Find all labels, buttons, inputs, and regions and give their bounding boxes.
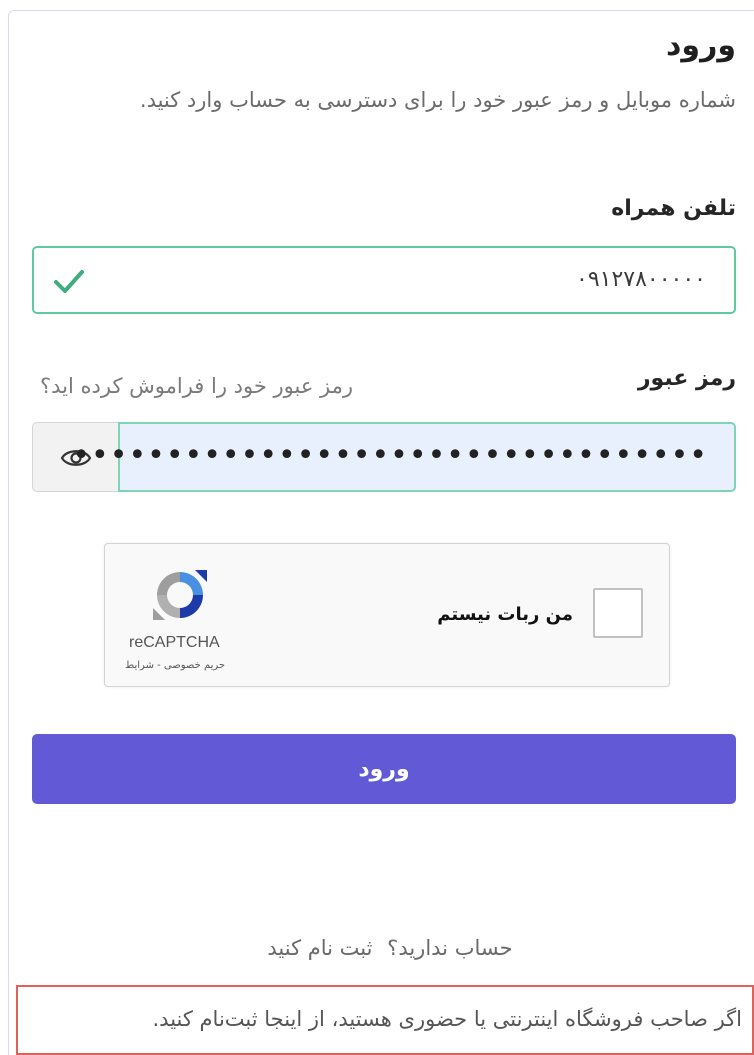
recaptcha-brand: reCAPTCHA — [129, 634, 220, 651]
check-icon — [52, 264, 86, 298]
page-subtitle: شماره موبایل و رمز عبور خود را برای دستر… — [139, 88, 736, 112]
phone-value[interactable]: ۰۹۱۲۷۸۰۰۰۰۰ — [576, 267, 706, 292]
store-owner-banner[interactable]: اگر صاحب فروشگاه اینترنتی یا حضوری هستید… — [16, 985, 754, 1055]
signup-row: حساب ندارید؟ ثبت نام کنید — [0, 936, 754, 960]
page-title: ورود — [666, 28, 736, 63]
recaptcha-logo-icon — [151, 566, 209, 624]
login-card — [8, 10, 754, 1055]
phone-label: تلفن همراه — [611, 196, 736, 221]
login-button[interactable]: ورود — [32, 734, 736, 804]
no-account-text: حساب ندارید؟ — [387, 936, 513, 960]
recaptcha-checkbox[interactable] — [593, 588, 643, 638]
recaptcha-links[interactable]: حریم خصوصی - شرایط — [125, 660, 225, 671]
password-label: رمز عبور — [637, 366, 736, 391]
password-value[interactable]: •••••••••••••••••••••••••••••••••• — [72, 438, 708, 473]
store-owner-text[interactable]: اگر صاحب فروشگاه اینترنتی یا حضوری هستید… — [153, 1007, 743, 1031]
recaptcha-label: من ربات نیستم — [437, 604, 573, 625]
password-group: •••••••••••••••••••••••••••••••••• — [32, 422, 736, 492]
forgot-password-link[interactable]: رمز عبور خود را فراموش کرده اید؟ — [40, 374, 353, 398]
phone-field[interactable]: ۰۹۱۲۷۸۰۰۰۰۰ — [32, 246, 736, 314]
password-input[interactable]: •••••••••••••••••••••••••••••••••• — [72, 422, 736, 492]
signup-link[interactable]: ثبت نام کنید — [267, 936, 372, 960]
recaptcha-widget: من ربات نیستم reCAPTCHA حریم خصوصی - شرا… — [104, 543, 670, 687]
